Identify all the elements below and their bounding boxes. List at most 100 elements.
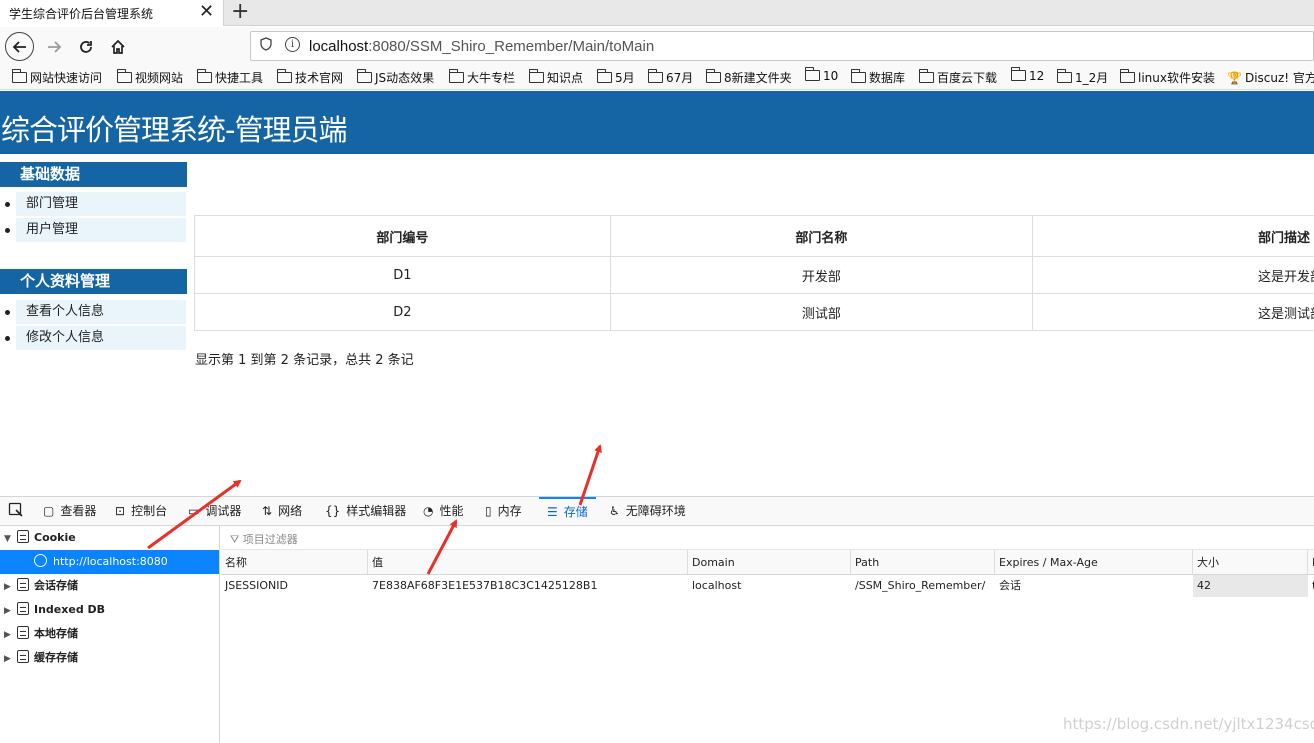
tab-storage[interactable]: ☰ 存储 xyxy=(539,497,596,525)
tree-item-cache-storage[interactable]: ▶ 缓存存储 xyxy=(0,646,219,670)
table-cell: 测试部 xyxy=(610,293,1033,331)
bookmark-item[interactable]: 1_2月 xyxy=(1057,69,1108,86)
table-row[interactable]: D2 测试部 这是测试部 xyxy=(194,293,1314,331)
cookie-table-header: 名称 值 Domain Path Expires / Max-Age 大小 H xyxy=(221,550,1314,575)
bookmark-item[interactable]: JS动态效果 xyxy=(357,69,434,86)
bookmark-item[interactable]: 知识点 xyxy=(529,69,583,86)
column-header[interactable]: 部门描述 xyxy=(1032,215,1314,257)
debugger-icon: ▭ xyxy=(188,504,200,518)
column-header-size[interactable]: 大小 xyxy=(1193,550,1308,575)
bookmark-item[interactable]: 67月 xyxy=(648,69,693,86)
column-header-httponly[interactable]: H xyxy=(1308,550,1314,575)
cookie-name: JSESSIONID xyxy=(225,579,288,592)
tree-item-cookie[interactable]: ▼ Cookie xyxy=(0,526,219,550)
url-host: localhost xyxy=(309,38,369,55)
close-tab-icon[interactable]: ✕ xyxy=(199,1,214,23)
column-header-domain[interactable]: Domain xyxy=(688,550,851,575)
tab-performance[interactable]: ◔ 性能 xyxy=(423,497,464,525)
tab-memory[interactable]: ▯ 内存 xyxy=(485,497,522,525)
sidebar-item-user-management[interactable]: 用户管理 xyxy=(5,218,186,242)
pagination-info: 显示第 1 到第 2 条记录，总共 2 条记 xyxy=(195,353,414,368)
folder-icon xyxy=(277,69,292,83)
table-row[interactable]: D1 开发部 这是开发部 xyxy=(194,256,1314,294)
tab-console[interactable]: ⊡ 控制台 xyxy=(115,497,167,525)
folder-icon xyxy=(197,69,212,83)
home-icon[interactable] xyxy=(103,32,133,62)
devtools-toolbar: ▢ 查看器 ⊡ 控制台 ▭ 调试器 ⇅ 网络 {} 样式编辑器 ◔ 性能 ▯ 内存 ☰ 存储 ♿… xyxy=(0,496,1314,526)
expand-arrow-icon[interactable]: ▶ xyxy=(4,623,14,647)
folder-icon xyxy=(919,69,934,83)
cookie-expires: 会话 xyxy=(999,579,1021,592)
storage-icon xyxy=(17,602,29,615)
browser-tab[interactable]: 学生综合评价后台管理系统 ✕ xyxy=(0,0,224,26)
url-text[interactable]: localhost:8080/SSM_Shiro_Remember/Main/t… xyxy=(309,38,654,55)
storage-tree: ▼ Cookie http://localhost:8080 ▶ 会话存储 ▶ Ind… xyxy=(0,526,220,743)
tab-network[interactable]: ⇅ 网络 xyxy=(262,497,302,525)
tree-item-indexed-db[interactable]: ▶ Indexed DB xyxy=(0,598,219,622)
cookie-size: 42 xyxy=(1193,575,1308,597)
column-header-value[interactable]: 值 xyxy=(368,550,688,575)
expand-arrow-icon[interactable]: ▶ xyxy=(4,599,14,623)
bookmark-item[interactable]: linux软件安装 xyxy=(1120,69,1215,86)
tab-debugger[interactable]: ▭ 调试器 xyxy=(188,497,241,525)
watermark: https://blog.csdn.net/yjltx1234csdn xyxy=(1063,715,1314,733)
folder-icon xyxy=(706,69,721,83)
cookie-domain: localhost xyxy=(692,579,742,592)
column-header-name[interactable]: 名称 xyxy=(221,550,368,575)
sidebar-item-dept-management[interactable]: 部门管理 xyxy=(5,192,186,216)
sidebar-item-view-profile[interactable]: 查看个人信息 xyxy=(5,300,186,324)
item-filter[interactable]: ⛛ 项目过滤器 xyxy=(221,526,1314,550)
bookmark-item[interactable]: 数据库 xyxy=(851,69,905,86)
tree-item-cookie-host[interactable]: http://localhost:8080 xyxy=(0,550,219,574)
forward-icon[interactable] xyxy=(39,32,69,62)
tab-style-editor[interactable]: {} 样式编辑器 xyxy=(325,497,406,525)
expand-arrow-icon[interactable]: ▶ xyxy=(4,575,14,599)
tab-title: 学生综合评价后台管理系统 xyxy=(9,7,154,21)
tree-item-local-storage[interactable]: ▶ 本地存储 xyxy=(0,622,219,646)
bookmark-item[interactable]: 网站快速访问 xyxy=(12,69,102,86)
bookmark-item[interactable]: 8新建文件夹 xyxy=(706,69,792,86)
element-picker-icon[interactable] xyxy=(8,497,24,525)
table-cell: 这是开发部 xyxy=(1032,256,1314,294)
bookmark-item[interactable]: 快捷工具 xyxy=(197,69,263,86)
info-icon[interactable]: i xyxy=(285,37,300,52)
network-icon: ⇅ xyxy=(262,504,273,518)
table-row[interactable]: JSESSIONID 7E838AF68F3E1E537B18C3C142512… xyxy=(221,575,1314,597)
sidebar-item-edit-profile[interactable]: 修改个人信息 xyxy=(5,326,186,350)
navigation-bar: i localhost:8080/SSM_Shiro_Remember/Main… xyxy=(0,27,1314,66)
cookie-value: 7E838AF68F3E1E537B18C3C1425128B1 xyxy=(372,579,598,592)
column-header[interactable]: 部门名称 xyxy=(610,215,1033,257)
tab-inspector[interactable]: ▢ 查看器 xyxy=(43,497,96,525)
url-path: :8080/SSM_Shiro_Remember/Main/toMain xyxy=(368,38,655,55)
tree-item-session-storage[interactable]: ▶ 会话存储 xyxy=(0,574,219,598)
column-header-expires[interactable]: Expires / Max-Age xyxy=(995,550,1193,575)
table-cell: D1 xyxy=(194,256,611,294)
bookmark-item[interactable]: 技术官网 xyxy=(277,69,343,86)
bookmark-item[interactable]: 百度云下载 xyxy=(919,69,997,86)
bookmark-item[interactable]: 12 xyxy=(1011,67,1044,83)
tab-accessibility[interactable]: ♿ 无障碍环境 xyxy=(609,497,686,525)
reload-icon[interactable] xyxy=(71,32,101,62)
folder-icon xyxy=(1011,67,1026,81)
sidebar-section-heading: 基础数据 xyxy=(0,162,187,187)
column-header[interactable]: 部门编号 xyxy=(194,215,611,257)
storage-icon xyxy=(17,626,29,639)
filter-input[interactable]: ⛛ 项目过滤器 xyxy=(230,531,298,547)
storage-icon xyxy=(17,650,29,663)
expand-arrow-icon[interactable]: ▼ xyxy=(4,527,14,551)
url-bar[interactable]: i localhost:8080/SSM_Shiro_Remember/Main… xyxy=(250,31,1314,61)
trophy-icon: 🏆 xyxy=(1227,71,1242,85)
style-editor-icon: {} xyxy=(325,504,341,518)
shield-icon[interactable] xyxy=(260,37,272,55)
sidebar-section-heading: 个人资料管理 xyxy=(0,269,187,294)
bookmark-item[interactable]: 10 xyxy=(805,67,838,83)
new-tab-icon[interactable]: + xyxy=(231,0,249,24)
bookmark-item[interactable]: 大牛专栏 xyxy=(449,69,515,86)
bookmark-item[interactable]: 5月 xyxy=(597,69,635,86)
folder-icon xyxy=(851,69,866,83)
expand-arrow-icon[interactable]: ▶ xyxy=(4,647,14,671)
back-icon[interactable] xyxy=(5,32,34,61)
bookmark-item[interactable]: 视频网站 xyxy=(117,69,183,86)
column-header-path[interactable]: Path xyxy=(851,550,995,575)
bookmark-item[interactable]: 🏆 Discuz! 官方 xyxy=(1227,69,1314,86)
